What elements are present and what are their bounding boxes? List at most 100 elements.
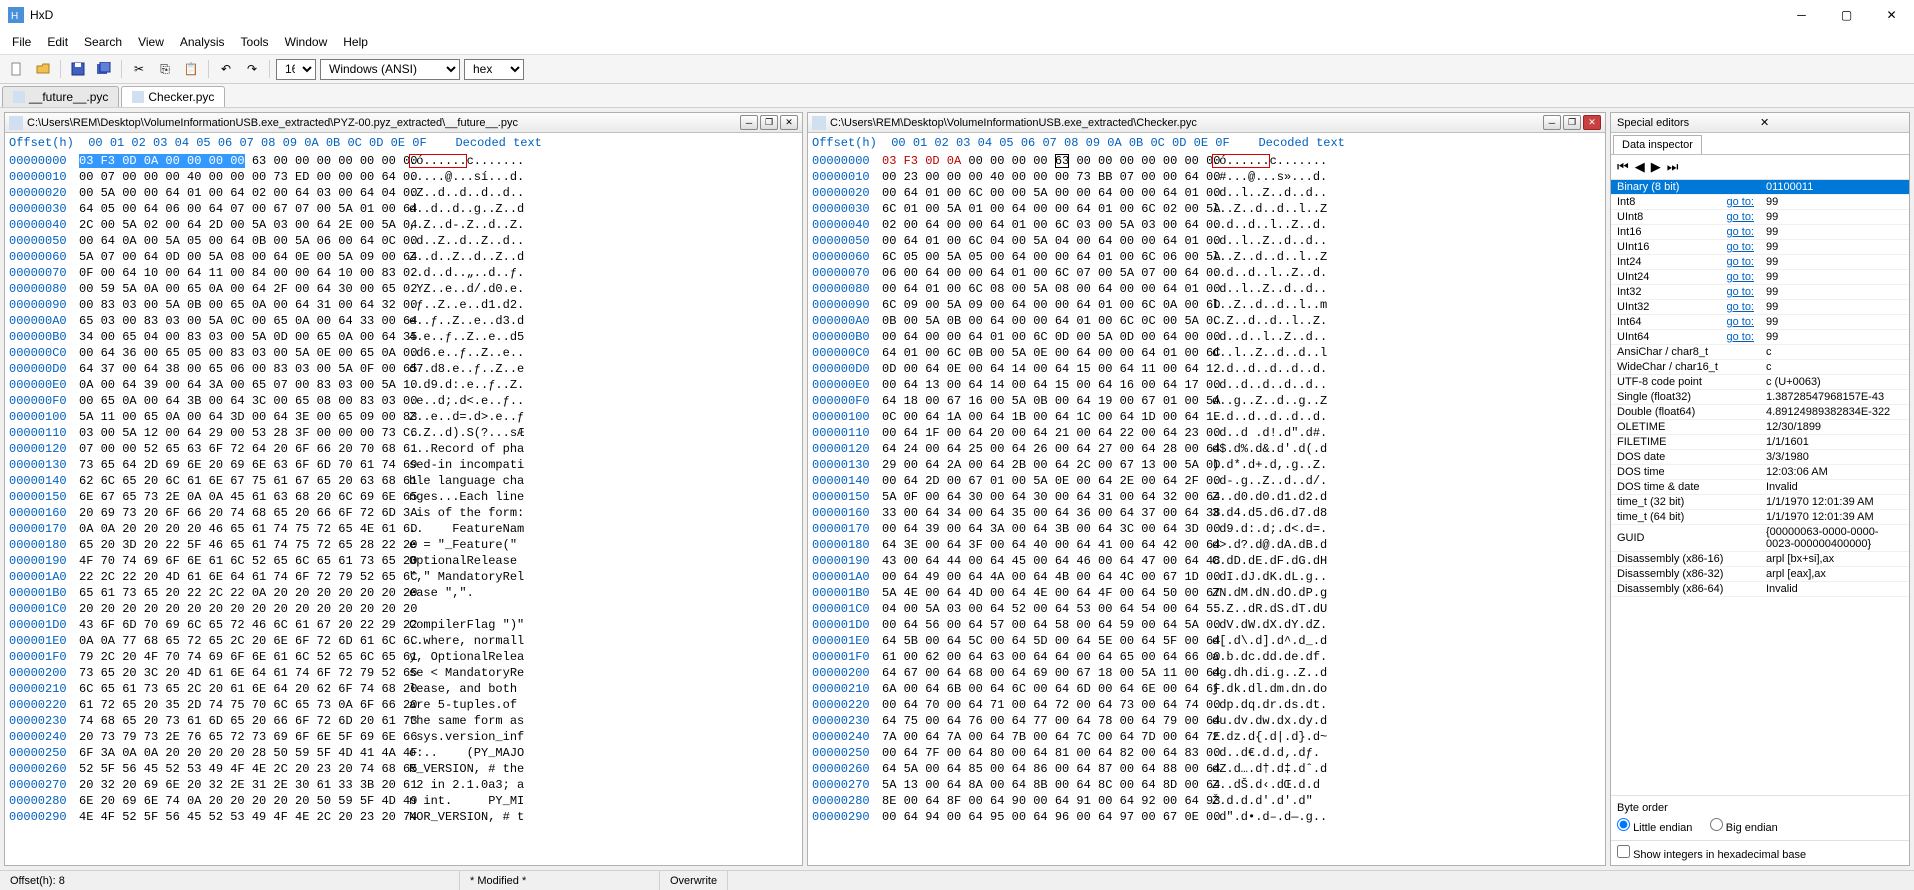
new-file-icon[interactable] (6, 58, 28, 80)
inspector-row[interactable]: WideChar / char16_tc (1611, 360, 1909, 375)
hex-row[interactable]: 000001005A 11 00 65 0A 00 64 3D 00 64 3E… (5, 409, 802, 425)
radio-big-endian[interactable]: Big endian (1710, 822, 1778, 834)
inspector-row[interactable]: UInt24go to:99 (1611, 270, 1909, 285)
hex-row[interactable]: 0000013073 65 64 2D 69 6E 20 69 6E 63 6F… (5, 457, 802, 473)
inspector-row[interactable]: UInt16go to:99 (1611, 240, 1909, 255)
tab-future-pyc[interactable]: __future__.pyc (2, 86, 119, 107)
paste-icon[interactable]: 📋 (180, 58, 202, 80)
copy-icon[interactable]: ⎘ (154, 58, 176, 80)
goto-link[interactable]: go to: (1726, 331, 1754, 343)
hex-row[interactable]: 000002808E 00 64 8F 00 64 90 00 64 91 00… (808, 793, 1605, 809)
hex-row[interactable]: 0000019043 00 64 44 00 64 45 00 64 46 00… (808, 553, 1605, 569)
hex-row[interactable]: 0000024020 73 79 73 2E 76 65 72 73 69 6F… (5, 729, 802, 745)
show-hex-checkbox[interactable]: Show integers in hexadecimal base (1617, 849, 1806, 861)
bytes-per-row-select[interactable]: 16 (276, 59, 316, 80)
hex-row[interactable]: 000000F000 65 0A 00 64 3B 00 64 3C 00 65… (5, 393, 802, 409)
hex-row[interactable]: 000001B065 61 73 65 20 22 2C 22 0A 20 20… (5, 585, 802, 601)
inspector-row[interactable]: UInt64go to:99 (1611, 330, 1909, 345)
restore-icon[interactable]: ❐ (1563, 115, 1581, 130)
goto-link[interactable]: go to: (1726, 211, 1754, 223)
hex-row[interactable]: 0000026064 5A 00 64 85 00 64 86 00 64 87… (808, 761, 1605, 777)
inspector-row[interactable]: Disassembly (x86-64)Invalid (1611, 582, 1909, 597)
hex-row[interactable]: 000000D00D 00 64 0E 00 64 14 00 64 15 00… (808, 361, 1605, 377)
hex-row[interactable]: 000001E064 5B 00 64 5C 00 64 5D 00 64 5E… (808, 633, 1605, 649)
radio-little-endian[interactable]: Little endian (1617, 822, 1692, 834)
redo-icon[interactable]: ↷ (241, 58, 263, 80)
hex-row[interactable]: 000001C004 00 5A 03 00 64 52 00 64 53 00… (808, 601, 1605, 617)
hex-row[interactable]: 000000E000 64 13 00 64 14 00 64 15 00 64… (808, 377, 1605, 393)
hex-row[interactable]: 0000022061 72 65 20 35 2D 74 75 70 6C 65… (5, 697, 802, 713)
hex-row[interactable]: 0000000003 F3 0D 0A 00 00 00 00 63 00 00… (808, 153, 1605, 169)
next-icon[interactable]: ▶ (1651, 159, 1661, 175)
menu-window[interactable]: Window (277, 32, 336, 52)
hex-row[interactable]: 0000013029 00 64 2A 00 64 2B 00 64 2C 00… (808, 457, 1605, 473)
hex-row[interactable]: 0000022000 64 70 00 64 71 00 64 72 00 64… (808, 697, 1605, 713)
tab-data-inspector[interactable]: Data inspector (1613, 135, 1702, 154)
hex-row[interactable]: 0000018065 20 3D 20 22 5F 46 65 61 74 75… (5, 537, 802, 553)
inspector-row[interactable]: DOS time12:03:06 AM (1611, 465, 1909, 480)
undo-icon[interactable]: ↶ (215, 58, 237, 80)
open-file-icon[interactable] (32, 58, 54, 80)
hex-row[interactable]: 0000016020 69 73 20 6F 66 20 74 68 65 20… (5, 505, 802, 521)
inspector-row[interactable]: Int24go to:99 (1611, 255, 1909, 270)
menu-view[interactable]: View (130, 32, 172, 52)
hex-row[interactable]: 000002407A 00 64 7A 00 64 7B 00 64 7C 00… (808, 729, 1605, 745)
maximize-button[interactable]: ▢ (1824, 0, 1869, 30)
inspector-row[interactable]: time_t (32 bit)1/1/1970 12:01:39 AM (1611, 495, 1909, 510)
inspector-row[interactable]: GUID{00000063-0000-0000-0023-00000040000… (1611, 525, 1909, 552)
hex-row[interactable]: 000001B05A 4E 00 64 4D 00 64 4E 00 64 4F… (808, 585, 1605, 601)
last-icon[interactable]: ⏭ (1667, 159, 1679, 175)
inspector-row[interactable]: OLETIME12/30/1899 (1611, 420, 1909, 435)
hex-content[interactable]: Offset(h) 00 01 02 03 04 05 06 07 08 09 … (808, 133, 1605, 865)
goto-link[interactable]: go to: (1726, 271, 1754, 283)
hex-row[interactable]: 0000020064 67 00 64 68 00 64 69 00 67 18… (808, 665, 1605, 681)
hex-row[interactable]: 000000700F 00 64 10 00 64 11 00 84 00 00… (5, 265, 802, 281)
inspector-row[interactable]: UInt32go to:99 (1611, 300, 1909, 315)
panel-close-icon[interactable]: ✕ (1756, 116, 1903, 129)
hex-row[interactable]: 000001F061 00 62 00 64 63 00 64 64 00 64… (808, 649, 1605, 665)
encoding-select[interactable]: Windows (ANSI) (320, 59, 460, 80)
goto-link[interactable]: go to: (1726, 241, 1754, 253)
hex-row[interactable]: 0000007006 00 64 00 00 64 01 00 6C 07 00… (808, 265, 1605, 281)
hex-row[interactable]: 000001D043 6F 6D 70 69 6C 65 72 46 6C 61… (5, 617, 802, 633)
inspector-row[interactable]: Int8go to:99 (1611, 195, 1909, 210)
hex-row[interactable]: 000000306C 01 00 5A 01 00 64 00 00 64 01… (808, 201, 1605, 217)
hex-row[interactable]: 0000011000 64 1F 00 64 20 00 64 21 00 64… (808, 425, 1605, 441)
hex-row[interactable]: 000001C020 20 20 20 20 20 20 20 20 20 20… (5, 601, 802, 617)
hex-row[interactable]: 000001505A 0F 00 64 30 00 64 30 00 64 31… (808, 489, 1605, 505)
minimize-icon[interactable]: ─ (740, 115, 758, 130)
hex-row[interactable]: 000002705A 13 00 64 8A 00 64 8B 00 64 8C… (808, 777, 1605, 793)
goto-link[interactable]: go to: (1726, 256, 1754, 268)
goto-link[interactable]: go to: (1726, 316, 1754, 328)
hex-row[interactable]: 000000F064 18 00 67 16 00 5A 0B 00 64 19… (808, 393, 1605, 409)
hex-row[interactable]: 000000C000 64 36 00 65 05 00 83 03 00 5A… (5, 345, 802, 361)
hex-row[interactable]: 0000000003 F3 0D 0A 00 00 00 00 63 00 00… (5, 153, 802, 169)
inspector-row[interactable]: UTF-8 code pointc (U+0063) (1611, 375, 1909, 390)
cut-icon[interactable]: ✂ (128, 58, 150, 80)
hex-row[interactable]: 000000B034 00 65 04 00 83 03 00 5A 0D 00… (5, 329, 802, 345)
hex-row[interactable]: 0000003064 05 00 64 06 00 64 07 00 67 07… (5, 201, 802, 217)
goto-link[interactable]: go to: (1726, 301, 1754, 313)
hex-row[interactable]: 000001A000 64 49 00 64 4A 00 64 4B 00 64… (808, 569, 1605, 585)
inspector-row[interactable]: Disassembly (x86-32)arpl [eax],ax (1611, 567, 1909, 582)
inspector-row[interactable]: UInt8go to:99 (1611, 210, 1909, 225)
hex-content[interactable]: Offset(h) 00 01 02 03 04 05 06 07 08 09 … (5, 133, 802, 865)
menu-analysis[interactable]: Analysis (172, 32, 233, 52)
hex-row[interactable]: 000002106A 00 64 6B 00 64 6C 00 64 6D 00… (808, 681, 1605, 697)
hex-rows[interactable]: 0000000003 F3 0D 0A 00 00 00 00 63 00 00… (808, 153, 1605, 825)
hex-row[interactable]: 0000008000 59 5A 0A 00 65 0A 00 64 2F 00… (5, 281, 802, 297)
inspector-row[interactable]: Double (float64)4.89124989382834E-322 (1611, 405, 1909, 420)
hex-row[interactable]: 000001F079 2C 20 4F 70 74 69 6F 6E 61 6C… (5, 649, 802, 665)
hex-row[interactable]: 000001506E 67 65 73 2E 0A 0A 45 61 63 68… (5, 489, 802, 505)
hex-row[interactable]: 0000005000 64 01 00 6C 04 00 5A 04 00 64… (808, 233, 1605, 249)
hex-row[interactable]: 0000017000 64 39 00 64 3A 00 64 3B 00 64… (808, 521, 1605, 537)
hex-row[interactable]: 000000D064 37 00 64 38 00 65 06 00 83 03… (5, 361, 802, 377)
hex-row[interactable]: 000000A00B 00 5A 0B 00 64 00 00 64 01 00… (808, 313, 1605, 329)
menu-search[interactable]: Search (76, 32, 130, 52)
close-icon[interactable]: ✕ (780, 115, 798, 130)
restore-icon[interactable]: ❐ (760, 115, 778, 130)
hex-row[interactable]: 000002506F 3A 0A 0A 20 20 20 20 28 50 59… (5, 745, 802, 761)
hex-row[interactable]: 0000005000 64 0A 00 5A 05 00 64 0B 00 5A… (5, 233, 802, 249)
menu-tools[interactable]: Tools (233, 32, 277, 52)
save-all-icon[interactable] (93, 58, 115, 80)
